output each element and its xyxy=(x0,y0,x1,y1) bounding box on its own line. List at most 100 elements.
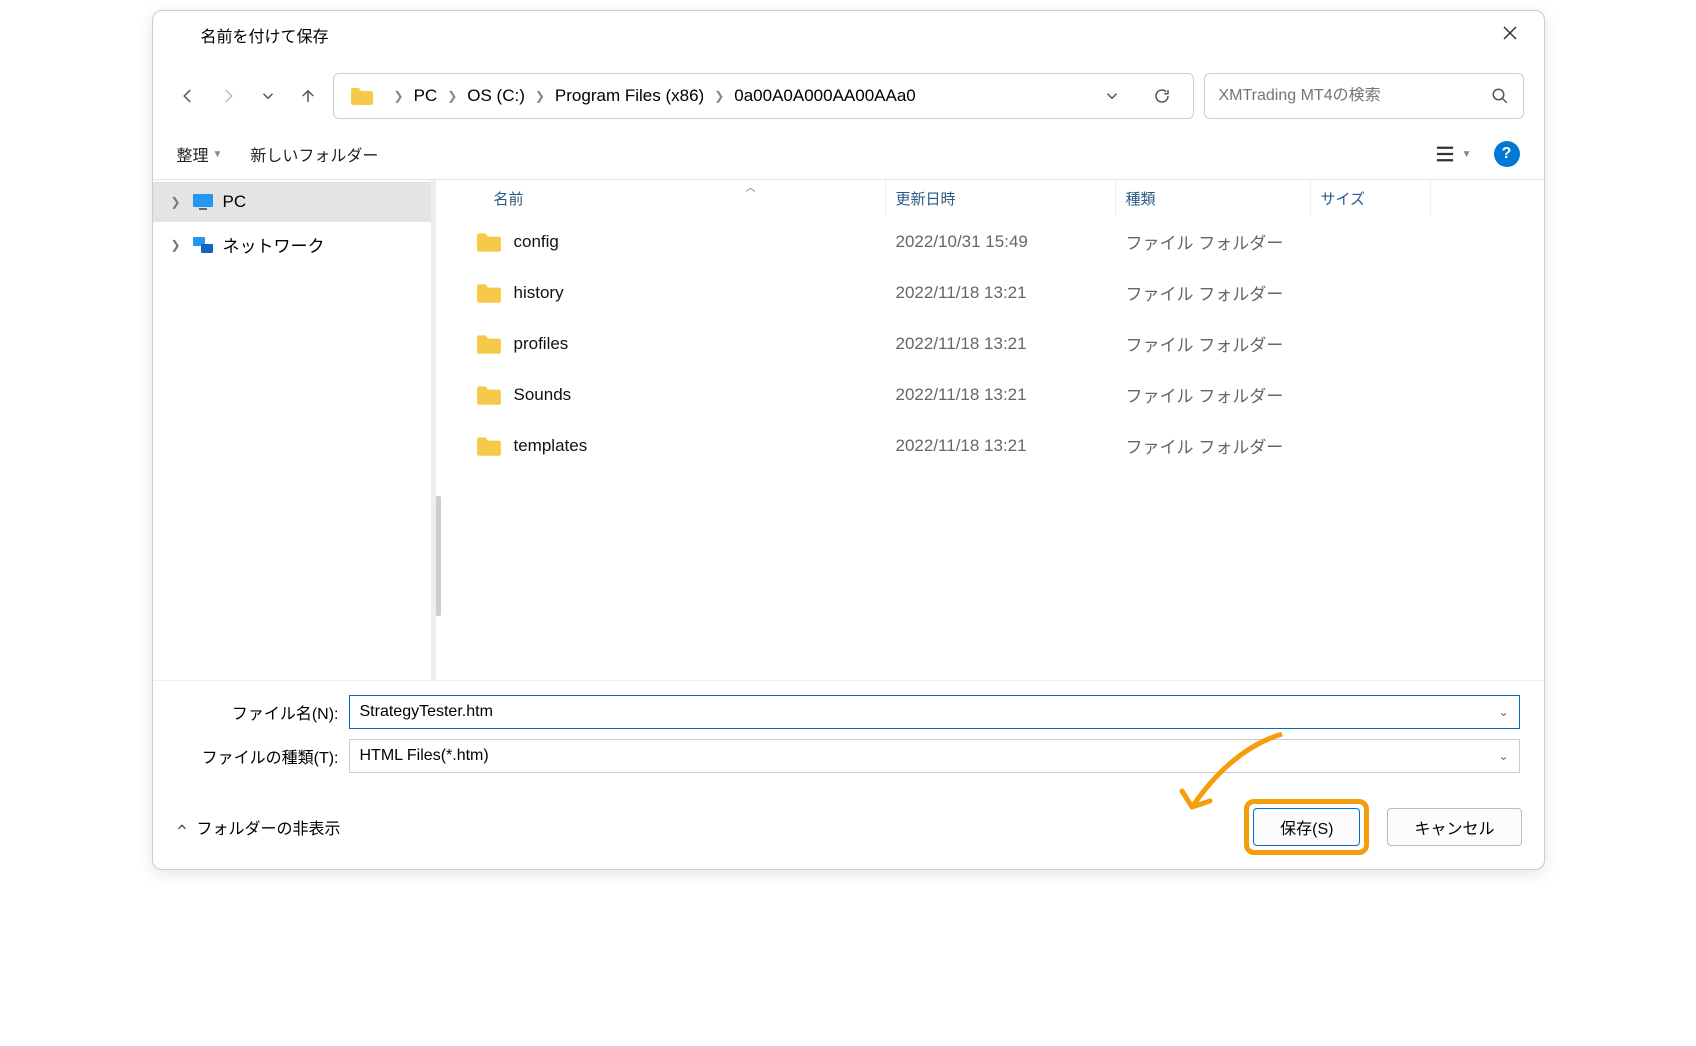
breadcrumb-item[interactable]: Program Files (x86) xyxy=(555,86,704,106)
file-date: 2022/11/18 13:21 xyxy=(886,436,1116,456)
toolbar: 整理 ▼ 新しいフォルダー ▼ ? xyxy=(153,133,1544,180)
filename-value: StrategyTester.htm xyxy=(360,703,493,721)
cancel-button[interactable]: キャンセル xyxy=(1387,808,1521,846)
up-button[interactable] xyxy=(293,81,323,111)
chevron-right-icon: ❯ xyxy=(447,89,457,103)
file-name: profiles xyxy=(514,334,569,354)
filetype-value: HTML Files(*.htm) xyxy=(360,747,489,765)
caret-down-icon: ▼ xyxy=(213,149,223,160)
forward-button[interactable] xyxy=(213,81,243,111)
save-button[interactable]: 保存(S) xyxy=(1253,808,1360,846)
arrow-right-icon xyxy=(219,87,237,105)
arrow-left-icon xyxy=(179,87,197,105)
hide-folders-label: フォルダーの非表示 xyxy=(197,815,341,839)
navbar: ❯ PC ❯ OS (C:) ❯ Program Files (x86) ❯ 0… xyxy=(153,59,1544,133)
column-header-date[interactable]: 更新日時 xyxy=(886,180,1116,216)
column-header-type[interactable]: 種類 xyxy=(1116,180,1311,216)
organize-label: 整理 xyxy=(177,142,209,166)
sidebar-item-network[interactable]: ❯ ネットワーク xyxy=(153,222,431,267)
breadcrumb: ❯ PC ❯ OS (C:) ❯ Program Files (x86) ❯ 0… xyxy=(394,86,1077,106)
file-date: 2022/10/31 15:49 xyxy=(886,232,1116,252)
organize-button[interactable]: 整理 ▼ xyxy=(177,142,223,166)
folder-icon xyxy=(476,435,502,457)
chevron-right-icon: ❯ xyxy=(171,238,183,252)
list-item[interactable]: templates 2022/11/18 13:21 ファイル フォルダー xyxy=(466,420,1544,471)
sidebar-item-label: ネットワーク xyxy=(223,232,325,257)
save-as-dialog: 名前を付けて保存 ❯ PC ❯ OS (C:) ❯ Program Files … xyxy=(152,10,1545,870)
breadcrumb-item[interactable]: PC xyxy=(414,86,438,106)
address-bar[interactable]: ❯ PC ❯ OS (C:) ❯ Program Files (x86) ❯ 0… xyxy=(333,73,1194,119)
new-folder-button[interactable]: 新しいフォルダー xyxy=(250,142,378,166)
question-icon: ? xyxy=(1502,145,1512,163)
column-headers: 名前 更新日時 種類 サイズ xyxy=(436,180,1544,216)
caret-down-icon: ▼ xyxy=(1462,149,1472,160)
chevron-up-icon xyxy=(175,820,189,834)
titlebar: 名前を付けて保存 xyxy=(153,11,1544,59)
file-list-panel: ︿ 名前 更新日時 種類 サイズ config 2022/10/31 15:49… xyxy=(436,180,1544,680)
list-item[interactable]: Sounds 2022/11/18 13:21 ファイル フォルダー xyxy=(466,369,1544,420)
close-icon xyxy=(1502,25,1518,41)
file-type: ファイル フォルダー xyxy=(1116,433,1311,458)
file-date: 2022/11/18 13:21 xyxy=(886,283,1116,303)
search-icon xyxy=(1491,87,1509,105)
file-name: Sounds xyxy=(514,385,572,405)
chevron-right-icon: ❯ xyxy=(535,89,545,103)
chevron-down-icon: ⌄ xyxy=(1498,749,1508,763)
file-type: ファイル フォルダー xyxy=(1116,331,1311,356)
dialog-title: 名前を付けて保存 xyxy=(201,23,329,47)
back-button[interactable] xyxy=(173,81,203,111)
filename-input[interactable]: StrategyTester.htm ⌄ xyxy=(349,695,1520,729)
file-date: 2022/11/18 13:21 xyxy=(886,385,1116,405)
search-box[interactable] xyxy=(1204,73,1524,119)
breadcrumb-item[interactable]: OS (C:) xyxy=(467,86,525,106)
recent-button[interactable] xyxy=(253,81,283,111)
file-name: templates xyxy=(514,436,588,456)
address-dropdown[interactable] xyxy=(1097,81,1127,111)
list-view-icon xyxy=(1434,145,1456,163)
column-header-size[interactable]: サイズ xyxy=(1311,180,1431,216)
list-item[interactable]: config 2022/10/31 15:49 ファイル フォルダー xyxy=(466,216,1544,267)
folder-icon xyxy=(350,86,374,106)
sidebar-item-pc[interactable]: ❯ PC xyxy=(153,182,431,222)
pc-icon xyxy=(191,192,215,212)
help-button[interactable]: ? xyxy=(1494,141,1520,167)
chevron-down-icon xyxy=(1103,87,1121,105)
bottom-panel: ファイル名(N): StrategyTester.htm ⌄ ファイルの種類(T… xyxy=(153,680,1544,789)
search-input[interactable] xyxy=(1219,87,1491,105)
network-icon xyxy=(191,235,215,255)
close-button[interactable] xyxy=(1494,20,1526,51)
file-name: history xyxy=(514,283,564,303)
filetype-select[interactable]: HTML Files(*.htm) ⌄ xyxy=(349,739,1520,773)
folder-icon xyxy=(476,231,502,253)
file-type: ファイル フォルダー xyxy=(1116,280,1311,305)
chevron-right-icon: ❯ xyxy=(171,195,183,209)
column-header-name[interactable]: 名前 xyxy=(466,180,886,216)
file-type: ファイル フォルダー xyxy=(1116,229,1311,254)
file-list: config 2022/10/31 15:49 ファイル フォルダー histo… xyxy=(436,216,1544,680)
scrollbar-thumb[interactable] xyxy=(436,496,441,616)
view-mode-button[interactable]: ▼ xyxy=(1434,145,1472,163)
annotation-highlight: 保存(S) xyxy=(1244,799,1369,855)
chevron-right-icon: ❯ xyxy=(394,89,404,103)
list-item[interactable]: history 2022/11/18 13:21 ファイル フォルダー xyxy=(466,267,1544,318)
list-item[interactable]: profiles 2022/11/18 13:21 ファイル フォルダー xyxy=(466,318,1544,369)
hide-folders-toggle[interactable]: フォルダーの非表示 xyxy=(175,815,341,839)
sidebar-item-label: PC xyxy=(223,192,247,212)
sidebar: ❯ PC ❯ ネットワーク xyxy=(153,180,436,680)
folder-icon xyxy=(476,384,502,406)
filename-label: ファイル名(N): xyxy=(177,700,349,724)
sort-indicator-icon: ︿ xyxy=(746,180,756,194)
file-type: ファイル フォルダー xyxy=(1116,382,1311,407)
chevron-down-icon: ⌄ xyxy=(1498,705,1508,719)
refresh-button[interactable] xyxy=(1147,81,1177,111)
breadcrumb-item[interactable]: 0a00A0A000AA00AAa0 xyxy=(734,86,916,106)
new-folder-label: 新しいフォルダー xyxy=(250,142,378,166)
filetype-label: ファイルの種類(T): xyxy=(177,744,349,768)
main-area: ❯ PC ❯ ネットワーク ︿ 名前 更新日時 種類 サイズ xyxy=(153,180,1544,680)
folder-icon xyxy=(476,282,502,304)
file-name: config xyxy=(514,232,559,252)
chevron-down-icon xyxy=(259,87,277,105)
file-date: 2022/11/18 13:21 xyxy=(886,334,1116,354)
arrow-up-icon xyxy=(299,87,317,105)
refresh-icon xyxy=(1153,87,1171,105)
